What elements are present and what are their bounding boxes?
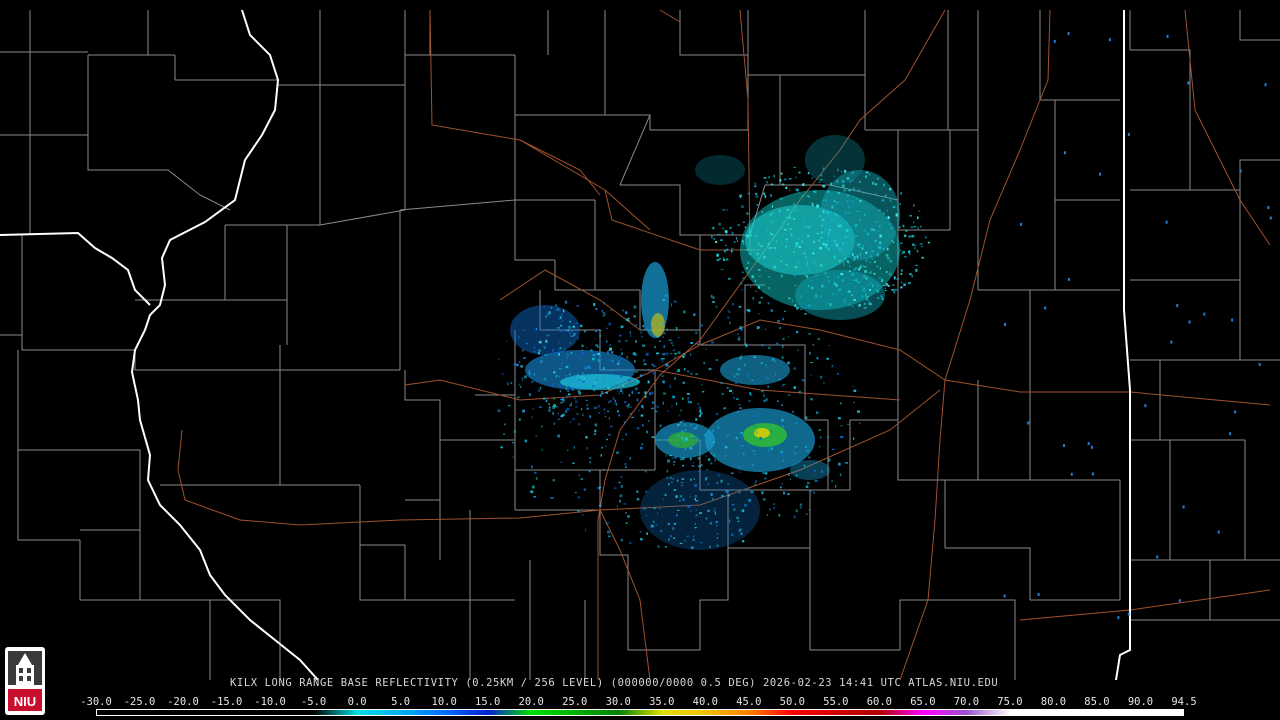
scale-label: 70.0: [953, 696, 980, 708]
scale-label: 65.0: [910, 696, 936, 708]
niu-tower-logo: NIU: [5, 647, 45, 715]
scale-label: 20.0: [518, 696, 544, 708]
color-bar-segment: [270, 709, 315, 716]
scale-label: 10.0: [431, 696, 457, 708]
color-bar-segment: [792, 709, 837, 716]
color-bar-segment: [139, 709, 184, 716]
radar-map: [0, 0, 1280, 720]
scale-label: 30.0: [605, 696, 631, 708]
reflectivity-color-bar: [96, 709, 1184, 716]
color-bar-segment: [96, 709, 141, 716]
scale-label: 85.0: [1084, 696, 1110, 708]
color-bar-segment: [661, 709, 706, 716]
scale-label: 5.0: [391, 696, 411, 708]
scale-label: 75.0: [997, 696, 1023, 708]
color-bar-segment: [922, 709, 967, 716]
scale-label: 50.0: [779, 696, 805, 708]
color-bar-segment: [705, 709, 750, 716]
scale-label: 45.0: [736, 696, 762, 708]
scale-label: -10.0: [254, 696, 286, 708]
scale-label: 60.0: [866, 696, 893, 708]
color-bar-segment: [618, 709, 663, 716]
scale-label: 35.0: [649, 696, 675, 708]
color-bar-segment: [1053, 709, 1098, 716]
scale-label: 90.0: [1127, 696, 1154, 708]
reflectivity-scale-labels: -30.0 -25.0 -20.0 -15.0 -10.0 -5.0 0.0 5.0 10.0 1…: [80, 696, 1197, 708]
color-bar-segment: [1140, 709, 1184, 716]
color-bar-segment: [531, 709, 576, 716]
color-bar-segment: [835, 709, 880, 716]
color-bar-segment: [487, 709, 532, 716]
color-bar-segment: [748, 709, 793, 716]
scale-label: -5.0: [300, 696, 327, 708]
radar-product-header: KILX LONG RANGE BASE REFLECTIVITY (0.25K…: [230, 677, 999, 689]
color-bar-segment: [357, 709, 402, 716]
scale-label: 0.0: [347, 696, 367, 708]
scale-label: -20.0: [167, 696, 199, 708]
scale-label: -25.0: [123, 696, 156, 708]
scale-label: 40.0: [692, 696, 718, 708]
color-bar-segment: [313, 709, 358, 716]
scale-label: 80.0: [1040, 696, 1067, 708]
scale-label: 55.0: [823, 696, 849, 708]
color-bar-segment: [1009, 709, 1054, 716]
color-bar-segment: [1096, 709, 1141, 716]
niu-logo-text: NIU: [14, 694, 36, 709]
color-bar-segment: [966, 709, 1011, 716]
scale-label: -15.0: [210, 696, 243, 708]
color-bar-segment: [879, 709, 924, 716]
scale-label: -30.0: [80, 696, 112, 708]
color-bar-segment: [574, 709, 619, 716]
scale-label: 94.5: [1171, 696, 1197, 708]
color-bar-segment: [183, 709, 228, 716]
scale-label: 15.0: [475, 696, 501, 708]
color-bar-segment: [444, 709, 489, 716]
color-bar-segment: [226, 709, 271, 716]
color-bar-segment: [400, 709, 445, 716]
scale-label: 25.0: [562, 696, 588, 708]
